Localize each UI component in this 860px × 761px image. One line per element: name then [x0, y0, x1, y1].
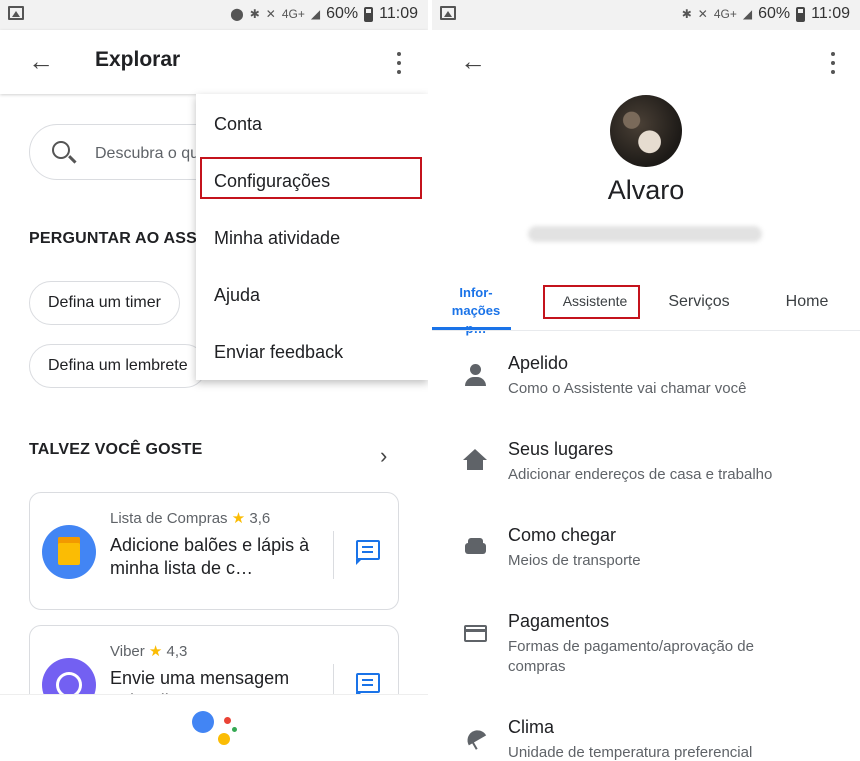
network-type: 4G+	[713, 7, 737, 21]
card-app-name: Lista de Compras	[110, 510, 228, 527]
overflow-menu: Conta Configurações Minha atividade Ajud…	[196, 94, 428, 380]
card-description: Adicione balões e lápis à minha lista de…	[110, 535, 310, 578]
settings-row-commute[interactable]: Como chegar Meios de transporte	[432, 525, 860, 605]
clock: 11:09	[811, 5, 850, 22]
weather-icon	[462, 725, 488, 751]
recommendation-card[interactable]: Lista de Compras ★ 3,6 Adicione balões e…	[29, 492, 399, 610]
bluetooth-icon: ✱	[249, 7, 260, 21]
page-title: Explorar	[95, 48, 181, 71]
row-title: Apelido	[508, 353, 569, 373]
network-type: 4G+	[281, 7, 305, 21]
back-arrow-icon[interactable]: ←	[28, 46, 54, 76]
card-rating: 4,3	[166, 643, 188, 660]
row-title: Clima	[508, 717, 555, 737]
status-bar: ✱ ✕ 4G+ ◢ 60% 11:09	[432, 0, 860, 30]
tab-services[interactable]: Serviços	[660, 293, 738, 311]
card-rating: 3,6	[249, 510, 271, 527]
row-title: Seus lugares	[508, 439, 614, 459]
gallery-notification-icon	[440, 6, 456, 20]
gallery-notification-icon	[8, 6, 24, 20]
settings-row-weather[interactable]: Clima Unidade de temperatura preferencia…	[432, 717, 860, 761]
settings-row-payments[interactable]: Pagamentos Formas de pagamento/aprovação…	[432, 611, 860, 701]
avatar[interactable]	[610, 95, 682, 167]
star-icon: ★	[231, 510, 246, 527]
mute-icon: ✕	[697, 7, 708, 21]
search-placeholder: Descubra o que	[95, 145, 208, 162]
more-options-icon[interactable]	[396, 52, 402, 74]
assistant-bar	[0, 694, 428, 761]
row-subtitle: Unidade de temperatura preferencial	[508, 744, 753, 761]
tabs-divider	[432, 330, 860, 331]
settings-row-places[interactable]: Seus lugares Adicionar endereços de casa…	[432, 439, 860, 519]
menu-item-activity[interactable]: Minha atividade	[214, 228, 340, 249]
row-title: Pagamentos	[508, 611, 610, 631]
status-bar: ⬤ ✱ ✕ 4G+ ◢ 60% 11:09	[0, 0, 428, 30]
more-options-icon[interactable]	[830, 52, 836, 74]
battery-percent: 60%	[758, 5, 791, 22]
menu-item-help[interactable]: Ajuda	[214, 285, 260, 306]
menu-item-account[interactable]: Conta	[214, 114, 262, 135]
card-app-line: Viber ★ 4,3	[110, 642, 187, 660]
app-bar: ←	[432, 30, 860, 94]
row-subtitle: Meios de transporte	[508, 552, 641, 569]
chevron-right-icon[interactable]: ›	[380, 443, 387, 469]
row-title: Como chegar	[508, 525, 617, 545]
card-divider	[333, 531, 334, 579]
assistant-logo-icon[interactable]	[192, 707, 242, 749]
location-icon: ⬤	[230, 7, 244, 21]
section-heading-recommended: TALVEZ VOCÊ GOSTE	[29, 441, 203, 458]
signal-icon: ◢	[310, 7, 321, 21]
battery-icon	[364, 6, 374, 22]
highlight-box	[200, 157, 422, 199]
bluetooth-icon: ✱	[681, 7, 692, 21]
send-to-chat-icon[interactable]	[356, 540, 380, 565]
row-subtitle: Como o Assistente vai chamar você	[508, 380, 747, 397]
settings-row-nickname[interactable]: Apelido Como o Assistente vai chamar voc…	[432, 353, 860, 433]
profile-name: Alvaro	[607, 175, 685, 205]
shopping-list-logo-icon	[42, 525, 96, 579]
menu-item-feedback[interactable]: Enviar feedback	[214, 342, 343, 363]
mute-icon: ✕	[265, 7, 276, 21]
person-icon	[462, 361, 488, 387]
explore-screen: ⬤ ✱ ✕ 4G+ ◢ 60% 11:09 ← Explorar Descubr…	[0, 0, 428, 761]
battery-icon	[796, 6, 806, 22]
card-app-name: Viber	[110, 643, 145, 660]
app-bar: ← Explorar	[0, 30, 428, 94]
home-icon	[462, 447, 488, 473]
back-arrow-icon[interactable]: ←	[460, 46, 486, 76]
battery-percent: 60%	[326, 5, 359, 22]
suggestion-chip[interactable]: Defina um lembrete	[29, 344, 207, 388]
tab-home[interactable]: Home	[774, 293, 840, 311]
search-icon	[52, 141, 70, 159]
row-subtitle: Formas de pagamento/aprovação de compras	[508, 638, 754, 675]
suggestion-chip[interactable]: Defina um timer	[29, 281, 180, 325]
row-subtitle: Adicionar endereços de casa e trabalho	[508, 466, 773, 483]
clock: 11:09	[379, 5, 418, 22]
star-icon: ★	[148, 643, 163, 660]
settings-screen: ✱ ✕ 4G+ ◢ 60% 11:09 ← Alvaro Infor- maçõ…	[432, 0, 860, 761]
card-app-line: Lista de Compras ★ 3,6	[110, 509, 270, 527]
blurred-email	[528, 226, 762, 242]
signal-icon: ◢	[742, 7, 753, 21]
highlight-box	[543, 285, 640, 319]
credit-card-icon	[462, 619, 488, 645]
car-icon	[462, 533, 488, 559]
send-to-chat-icon[interactable]	[356, 673, 380, 698]
